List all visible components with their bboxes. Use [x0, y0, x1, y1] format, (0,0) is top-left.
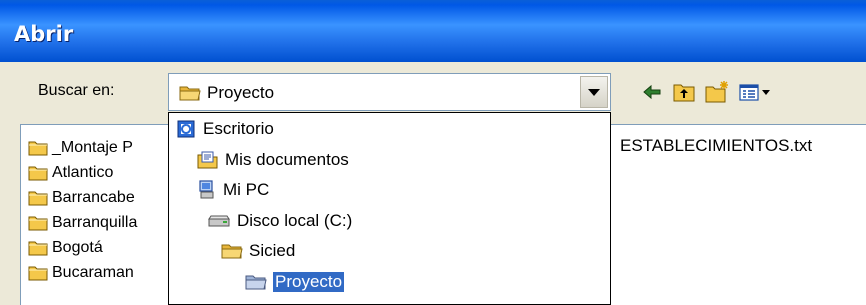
window-title: Abrir [14, 22, 74, 46]
dropdown-item-escritorio[interactable]: Escritorio [177, 116, 274, 142]
look-in-combobox[interactable]: Proyecto [168, 73, 611, 111]
list-item[interactable]: Barranquilla [28, 211, 137, 235]
list-item[interactable]: Atlantico [28, 161, 113, 185]
my-documents-icon [197, 151, 218, 169]
folder-open-icon [221, 244, 243, 259]
local-disk-icon [208, 215, 230, 227]
look-in-dropdown-list[interactable]: Escritorio Mis documentos Mi PC Disco lo… [168, 112, 611, 305]
folder-icon [28, 266, 48, 281]
folder-icon [28, 141, 48, 156]
look-in-dropdown-button[interactable] [580, 76, 608, 108]
folder-icon [28, 241, 48, 256]
list-item[interactable]: _Montaje P [28, 136, 133, 160]
back-arrow-icon[interactable] [640, 80, 668, 104]
folder-icon [28, 191, 48, 206]
my-computer-icon [199, 180, 214, 199]
list-item[interactable]: Barrancabe [28, 186, 135, 210]
view-menu-icon[interactable] [738, 80, 772, 104]
dropdown-item-proyecto[interactable]: Proyecto [245, 269, 345, 295]
list-item[interactable]: Bucaraman [28, 261, 134, 285]
desktop-icon [177, 120, 195, 138]
file-item-txt[interactable]: ESTABLECIMIENTOS.txt [620, 136, 812, 156]
up-folder-icon[interactable] [672, 80, 700, 104]
look-in-value: Proyecto [207, 83, 275, 102]
folder-icon [28, 166, 48, 181]
dropdown-item-mi-pc[interactable]: Mi PC [197, 177, 269, 203]
list-item[interactable]: Bogotá [28, 236, 103, 260]
look-in-label: Buscar en: [38, 82, 115, 99]
folder-icon [28, 216, 48, 231]
dropdown-item-mis-documentos[interactable]: Mis documentos [197, 147, 349, 173]
folder-open-icon [179, 84, 201, 107]
dropdown-item-sicied[interactable]: Sicied [221, 238, 295, 264]
new-folder-icon[interactable] [704, 80, 732, 104]
chevron-down-icon [588, 88, 600, 96]
folder-open-icon [245, 275, 267, 290]
title-bar[interactable]: Abrir [0, 0, 866, 62]
dropdown-item-disco-local[interactable]: Disco local (C:) [207, 208, 352, 234]
